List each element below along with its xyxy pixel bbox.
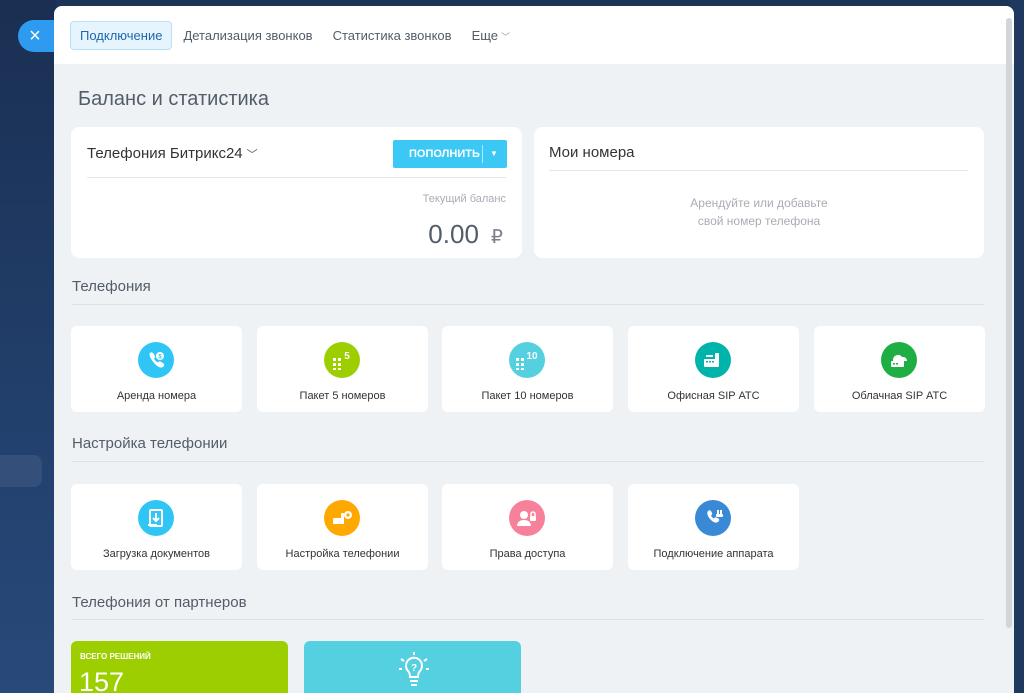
- section-divider: [72, 619, 984, 620]
- currency-symbol: ₽: [490, 227, 503, 248]
- provider-label: Телефония Битрикс24: [87, 145, 243, 162]
- tile-document-upload[interactable]: Загрузка документов: [71, 484, 242, 570]
- tile-label: Аренда номера: [116, 390, 197, 402]
- tile-label: Пакет 5 номеров: [299, 390, 386, 402]
- close-icon: ×: [29, 25, 41, 47]
- balance-card: Телефония Битрикс24 ﹀ пополнить ▼ Текущий…: [71, 127, 522, 258]
- tile-label: Пакет 10 номеров: [481, 390, 574, 402]
- tile-office-sip[interactable]: Офисная SIP АТС: [628, 326, 799, 412]
- tile-rent-number[interactable]: $ Аренда номера: [71, 326, 242, 412]
- my-numbers-title: Мои номера: [549, 144, 635, 161]
- tab-connection[interactable]: Подключение: [70, 20, 173, 50]
- balance-value: 0.00: [428, 219, 479, 249]
- tab-label: Статистика звонков: [332, 27, 452, 43]
- background-sidebar: [0, 0, 56, 693]
- divider: [549, 170, 968, 171]
- package-10-icon: 10: [509, 342, 545, 378]
- section-title-partners: Телефония от партнеров: [72, 594, 247, 611]
- top-tabs-bar: Подключение Детализация звонков Статисти…: [54, 6, 1014, 64]
- document-upload-icon: [138, 500, 174, 536]
- device-connect-icon: [695, 500, 731, 536]
- tab-call-details[interactable]: Детализация звонков: [174, 22, 321, 49]
- slider-panel: Подключение Детализация звонков Статисти…: [54, 6, 1014, 693]
- telephony-settings-icon: [324, 500, 360, 536]
- tab-call-statistics[interactable]: Статистика звонков: [324, 22, 461, 49]
- tile-label: Облачная SIP АТС: [851, 390, 948, 402]
- partners-total-label: всего решений: [80, 652, 151, 661]
- svg-text:?: ?: [411, 663, 417, 674]
- lightbulb-icon: ?: [399, 652, 429, 686]
- section-divider: [72, 461, 984, 462]
- divider: [87, 177, 506, 178]
- section-divider: [72, 304, 984, 305]
- page-title: Баланс и статистика: [78, 88, 269, 110]
- tab-label: Детализация звонков: [183, 27, 313, 43]
- my-numbers-card: Мои номера Арендуйте или добавьте свой н…: [534, 127, 984, 258]
- scrollbar[interactable]: [1006, 18, 1012, 628]
- topup-label: пополнить: [409, 148, 480, 160]
- tile-telephony-settings[interactable]: Настройка телефонии: [257, 484, 428, 570]
- svg-text:5: 5: [344, 351, 350, 362]
- tile-cloud-sip[interactable]: Облачная SIP АТС: [814, 326, 985, 412]
- tile-access-rights[interactable]: Права доступа: [442, 484, 613, 570]
- tile-label: Права доступа: [489, 548, 566, 560]
- tab-label: Подключение: [80, 27, 163, 43]
- section-title-settings: Настройка телефонии: [72, 435, 228, 452]
- caret-down-icon[interactable]: ▼: [490, 140, 498, 168]
- tile-package-10[interactable]: 10 Пакет 10 номеров: [442, 326, 613, 412]
- partners-total-tile[interactable]: всего решений 157: [71, 641, 288, 693]
- tab-more[interactable]: Еще ﹀: [463, 22, 519, 49]
- empty-text-line: свой номер телефона: [697, 214, 821, 228]
- phone-rent-icon: $: [138, 342, 174, 378]
- svg-text:10: 10: [526, 351, 538, 362]
- cloud-sip-icon: [881, 342, 917, 378]
- partners-idea-tile[interactable]: ?: [304, 641, 521, 693]
- tile-label: Подключение аппарата: [653, 548, 774, 560]
- my-numbers-empty-text: Арендуйте или добавьте свой номер телефо…: [534, 194, 984, 230]
- section-title-telephony: Телефония: [72, 278, 151, 295]
- tile-label: Офисная SIP АТС: [667, 390, 760, 402]
- tab-label: Еще: [471, 27, 499, 43]
- tile-package-5[interactable]: 5 Пакет 5 номеров: [257, 326, 428, 412]
- current-balance-label: Текущий баланс: [422, 193, 506, 205]
- tile-label: Настройка телефонии: [285, 548, 400, 560]
- partners-total-value: 157: [79, 667, 125, 693]
- tile-label: Загрузка документов: [102, 548, 211, 560]
- balance-amount: 0.00 ₽: [428, 219, 503, 250]
- topup-button[interactable]: пополнить ▼: [393, 140, 507, 168]
- tile-device-connect[interactable]: Подключение аппарата: [628, 484, 799, 570]
- button-divider: [482, 145, 483, 163]
- access-rights-icon: [509, 500, 545, 536]
- provider-selector[interactable]: Телефония Битрикс24 ﹀: [87, 145, 258, 162]
- empty-text-line: Арендуйте или добавьте: [690, 196, 828, 210]
- office-sip-icon: [695, 342, 731, 378]
- chevron-down-icon: ﹀: [501, 31, 511, 42]
- chevron-down-icon: ﹀: [246, 149, 258, 161]
- background-ghost-item: [0, 455, 42, 487]
- package-5-icon: 5: [324, 342, 360, 378]
